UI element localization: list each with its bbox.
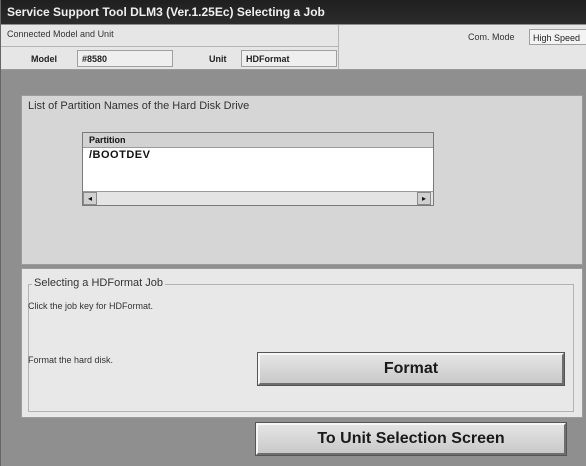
unit-label: Unit (209, 54, 227, 64)
horizontal-scrollbar[interactable]: ◂ ▸ (83, 191, 433, 205)
connection-info-bar: Connected Model and Unit Model #8580 Uni… (1, 25, 586, 70)
unit-selection-button[interactable]: To Unit Selection Screen (255, 422, 567, 456)
job-panel-title: Selecting a HDFormat Job (32, 277, 165, 289)
partition-listbox[interactable]: Partition /BOOTDEV ◂ ▸ (82, 132, 434, 206)
job-instruction: Click the job key for HDFormat. (28, 301, 154, 311)
unit-value: HDFormat (241, 50, 337, 67)
scroll-left-icon[interactable]: ◂ (83, 192, 97, 205)
model-value: #8580 (77, 50, 173, 67)
format-button[interactable]: Format (257, 352, 565, 386)
job-panel: Selecting a HDFormat Job Click the job k… (21, 268, 583, 418)
info-divider-vertical (338, 25, 339, 69)
connected-model-unit-label: Connected Model and Unit (7, 29, 114, 39)
format-description: Format the hard disk. (28, 355, 114, 365)
com-mode-value: High Speed (529, 29, 586, 45)
scroll-right-icon[interactable]: ▸ (417, 192, 431, 205)
list-item[interactable]: /BOOTDEV (83, 148, 433, 162)
partition-panel-title: List of Partition Names of the Hard Disk… (28, 100, 250, 112)
partition-panel: List of Partition Names of the Hard Disk… (21, 95, 583, 265)
app-window: Service Support Tool DLM3 (Ver.1.25Ec) S… (0, 0, 586, 466)
model-label: Model (31, 54, 57, 64)
info-divider (1, 46, 338, 47)
partition-column-header: Partition (83, 133, 433, 148)
com-mode-label: Com. Mode (468, 32, 515, 42)
title-bar: Service Support Tool DLM3 (Ver.1.25Ec) S… (1, 0, 586, 24)
